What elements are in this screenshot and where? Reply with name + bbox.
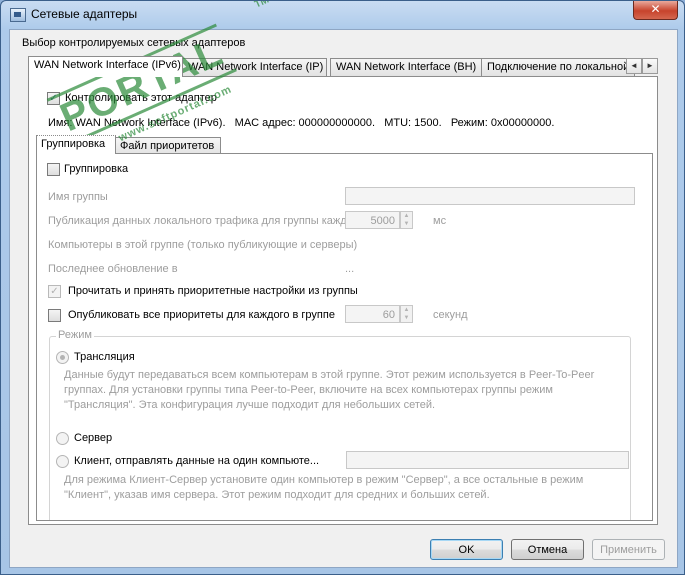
client-radio[interactable] [56,455,69,468]
publish-priorities-checkbox[interactable] [48,309,61,322]
ok-button[interactable]: OK [430,539,503,560]
grouping-panel: Группировка Имя группы Публикация данных… [36,153,653,521]
dialog-window: Сетевые адаптеры ✕ Выбор контролируемых … [0,0,685,575]
publish-interval-unit: мс [433,215,447,227]
apply-button[interactable]: Применить [592,539,665,560]
section-label: Выбор контролируемых сетевых адаптеров [22,37,246,49]
tab-scroll-right-icon[interactable]: ► [642,58,658,74]
server-label: Сервер [74,432,113,444]
window-title: Сетевые адаптеры [31,7,138,21]
server-radio[interactable] [56,432,69,445]
mode-groupbox: Режим Трансляция Данные будут передавать… [49,329,631,520]
last-update-label: Последнее обновление в [48,263,178,275]
last-update-value: ... [345,263,355,275]
broadcast-desc-line-3: "Трансляция". Эта конфигурация лучше под… [64,399,436,411]
network-adapters-icon [10,8,26,22]
monitor-adapter-checkbox[interactable]: ✓ [47,92,60,105]
group-name-label: Имя группы [48,191,108,203]
tab-grouping[interactable]: Группировка [36,135,116,154]
read-priorities-checkbox[interactable]: ✓ [48,285,61,298]
tab-adapter-ip[interactable]: WAN Network Interface (IP) [182,58,327,76]
tab-adapter-bh[interactable]: WAN Network Interface (BH) [330,58,482,76]
publish-priorities-input[interactable]: 60 [345,305,400,323]
grouping-label: Группировка [64,163,129,175]
title-bar[interactable]: Сетевые адаптеры ✕ [1,1,684,29]
adapter-tabstrip: WAN Network Interface (IPv6) WAN Network… [28,56,658,77]
publish-priorities-spinner[interactable]: ▲ ▼ [400,305,413,323]
adapter-info: Имя: WAN Network Interface (IPv6). MAC а… [48,117,555,129]
publish-interval-input[interactable]: 5000 [345,211,400,229]
read-priorities-label: Прочитать и принять приоритетные настрой… [68,285,358,297]
publish-priorities-label: Опубликовать все приоритеты для каждого … [68,309,335,321]
client-desc-line-1: Для режима Клиент-Сервер установите один… [64,474,584,486]
publish-interval-label: Публикация данных локального трафика для… [48,215,361,227]
broadcast-radio[interactable] [56,351,69,364]
tab-adapter-ipv6[interactable]: WAN Network Interface (IPv6) [28,56,183,77]
cancel-button[interactable]: Отмена [511,539,584,560]
monitor-adapter-label: Контролировать этот адаптер [65,92,217,104]
spin-down-icon[interactable]: ▼ [401,220,412,228]
mode-title: Режим [56,329,94,341]
tab-adapter-local[interactable]: Подключение по локальной [481,58,635,76]
broadcast-desc-line-1: Данные будут передаваться всем компьютер… [64,369,595,381]
spin-up-icon[interactable]: ▲ [401,306,412,314]
group-name-input[interactable] [345,187,635,205]
broadcast-label: Трансляция [74,351,135,363]
client-desc-line-2: "Клиент", указав имя сервера. Этот режим… [64,489,490,501]
publish-priorities-unit: секунд [433,309,468,321]
server-name-input[interactable] [346,451,629,469]
group-computers-label: Компьютеры в этой группе (только публику… [48,239,358,251]
publish-interval-spinner[interactable]: ▲ ▼ [400,211,413,229]
close-button[interactable]: ✕ [633,1,678,20]
tab-scroll-left-icon[interactable]: ◄ [626,58,642,74]
broadcast-desc-line-2: группах. Для установки группы типа Peer-… [64,384,553,396]
spin-up-icon[interactable]: ▲ [401,212,412,220]
spin-down-icon[interactable]: ▼ [401,314,412,322]
client-label: Клиент, отправлять данные на один компью… [74,455,320,467]
grouping-checkbox[interactable] [47,163,60,176]
